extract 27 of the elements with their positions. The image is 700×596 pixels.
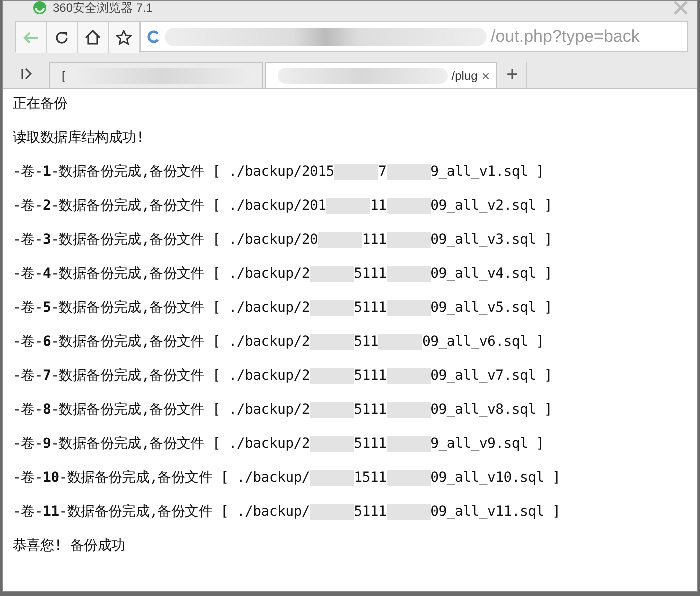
backup-result-line: -卷-5-数据备份完成,备份文件 [ ./backup/2 5111 09_all_v5.sql ]: [13, 299, 554, 318]
back-arrow-icon: [23, 30, 39, 44]
backup-result-line: -卷-8-数据备份完成,备份文件 [ ./backup/2 5111 09_all_v8.sql ]: [13, 401, 554, 420]
backup-result-line: -卷-7-数据备份完成,备份文件 [ ./backup/2 5111 09_all_v7.sql ]: [13, 367, 554, 386]
backup-result-line: -卷-1-数据备份完成,备份文件 [ ./backup/2015 7 9_all_v1.sql ]: [13, 163, 546, 182]
reload-button[interactable]: [47, 22, 78, 53]
backup-result-line: -卷-3-数据备份完成,备份文件 [ ./backup/20 111 09_all_v3.sql ]: [13, 231, 554, 250]
bookmark-button[interactable]: [109, 22, 140, 53]
reload-icon: [55, 30, 69, 44]
backup-result-line: -卷-2-数据备份完成,备份文件 [ ./backup/201 11 09_all_v2.sql ]: [13, 197, 554, 216]
window-title: 360安全浏览器 7.1: [53, 1, 154, 15]
home-button[interactable]: [78, 22, 109, 53]
sidebar-toggle-icon[interactable]: [21, 68, 33, 80]
backup-result-line: -卷-11-数据备份完成,备份文件 [ ./backup/ 5111 09_all_v11.sql ]: [13, 503, 562, 522]
status-line: 读取数据库结构成功!: [13, 129, 146, 148]
browser-logo-icon: [33, 1, 47, 15]
home-icon: [85, 30, 101, 45]
backup-result-line: -卷-10-数据备份完成,备份文件 [ ./backup/ 1511 09_all_v10.sql ]: [13, 469, 562, 488]
browser-tab[interactable]: [: [49, 62, 263, 88]
browser-tab[interactable]: /plug ×: [265, 62, 497, 88]
backup-result-line: -卷-6-数据备份完成,备份文件 [ ./backup/2 511 09_all_v6.sql ]: [13, 333, 546, 352]
backup-result-line: -卷-4-数据备份完成,备份文件 [ ./backup/2 5111 09_all_v4.sql ]: [13, 265, 554, 284]
site-icon: [147, 30, 161, 44]
backup-result-line: -卷-9-数据备份完成,备份文件 [ ./backup/2 5111 9_all_v9.sql ]: [13, 435, 546, 454]
star-icon: [116, 30, 132, 45]
status-line: 恭喜您! 备份成功: [13, 537, 126, 556]
status-line: 正在备份: [13, 95, 69, 114]
